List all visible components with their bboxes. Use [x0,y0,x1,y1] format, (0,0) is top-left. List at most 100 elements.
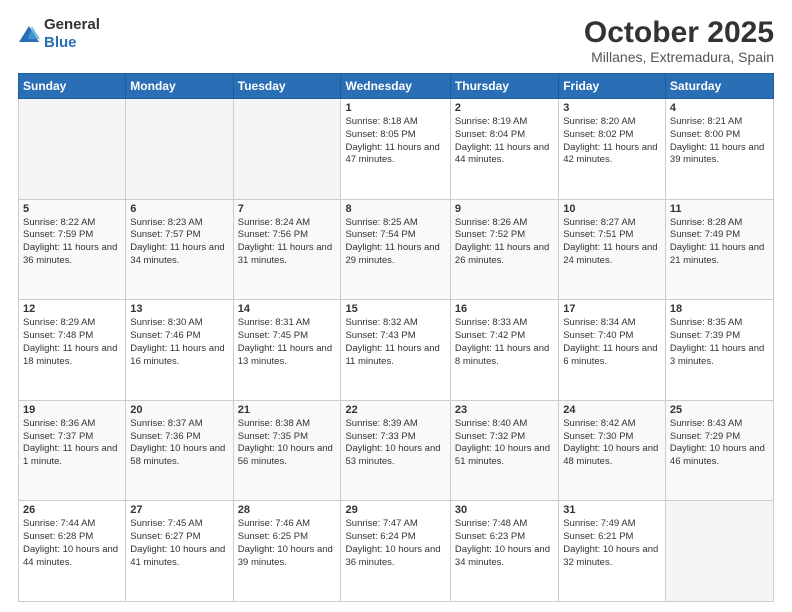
sunset-line: Sunset: 7:40 PM [563,330,661,343]
calendar-cell [19,99,126,200]
day-number: 11 [670,203,769,215]
sunrise-line: Sunrise: 7:44 AM [23,518,121,531]
header-row: SundayMondayTuesdayWednesdayThursdayFrid… [19,74,774,99]
sunset-line: Sunset: 7:51 PM [563,229,661,242]
calendar-week-row: 19 Sunrise: 8:36 AM Sunset: 7:37 PM Dayl… [19,400,774,501]
weekday-header: Sunday [19,74,126,99]
daylight-line: Daylight: 11 hours and 16 minutes. [130,343,228,369]
sunrise-line: Sunrise: 8:26 AM [455,217,554,230]
calendar-cell: 21 Sunrise: 8:38 AM Sunset: 7:35 PM Dayl… [233,400,341,501]
daylight-line: Daylight: 11 hours and 47 minutes. [345,142,445,168]
sunset-line: Sunset: 6:27 PM [130,531,228,544]
daylight-line: Daylight: 10 hours and 51 minutes. [455,443,554,469]
sunset-line: Sunset: 8:02 PM [563,129,661,142]
daylight-line: Daylight: 10 hours and 48 minutes. [563,443,661,469]
sunset-line: Sunset: 7:48 PM [23,330,121,343]
calendar-cell: 31 Sunrise: 7:49 AM Sunset: 6:21 PM Dayl… [559,501,666,602]
sunset-line: Sunset: 7:46 PM [130,330,228,343]
calendar-cell: 23 Sunrise: 8:40 AM Sunset: 7:32 PM Dayl… [450,400,558,501]
calendar-cell: 7 Sunrise: 8:24 AM Sunset: 7:56 PM Dayli… [233,199,341,300]
sunrise-line: Sunrise: 8:43 AM [670,418,769,431]
weekday-header: Friday [559,74,666,99]
sunrise-line: Sunrise: 8:19 AM [455,116,554,129]
calendar-week-row: 5 Sunrise: 8:22 AM Sunset: 7:59 PM Dayli… [19,199,774,300]
day-number: 28 [238,504,337,516]
day-number: 12 [23,303,121,315]
sunset-line: Sunset: 6:25 PM [238,531,337,544]
top-area: General Blue October 2025 Millanes, Extr… [18,16,774,65]
calendar-table: SundayMondayTuesdayWednesdayThursdayFrid… [18,73,774,602]
calendar-cell: 15 Sunrise: 8:32 AM Sunset: 7:43 PM Dayl… [341,300,450,401]
calendar-cell: 4 Sunrise: 8:21 AM Sunset: 8:00 PM Dayli… [665,99,773,200]
sunset-line: Sunset: 7:33 PM [345,431,445,444]
day-number: 22 [345,404,445,416]
sunrise-line: Sunrise: 8:30 AM [130,317,228,330]
sunrise-line: Sunrise: 8:36 AM [23,418,121,431]
weekday-header: Tuesday [233,74,341,99]
calendar-cell: 25 Sunrise: 8:43 AM Sunset: 7:29 PM Dayl… [665,400,773,501]
sunset-line: Sunset: 7:52 PM [455,229,554,242]
day-number: 1 [345,102,445,114]
sunrise-line: Sunrise: 8:27 AM [563,217,661,230]
daylight-line: Daylight: 10 hours and 41 minutes. [130,544,228,570]
daylight-line: Daylight: 11 hours and 34 minutes. [130,242,228,268]
sunset-line: Sunset: 8:00 PM [670,129,769,142]
daylight-line: Daylight: 11 hours and 42 minutes. [563,142,661,168]
calendar-cell: 11 Sunrise: 8:28 AM Sunset: 7:49 PM Dayl… [665,199,773,300]
page: General Blue October 2025 Millanes, Extr… [0,0,792,612]
calendar-cell [126,99,233,200]
calendar-cell: 10 Sunrise: 8:27 AM Sunset: 7:51 PM Dayl… [559,199,666,300]
calendar-cell: 17 Sunrise: 8:34 AM Sunset: 7:40 PM Dayl… [559,300,666,401]
sunrise-line: Sunrise: 8:38 AM [238,418,337,431]
daylight-line: Daylight: 11 hours and 21 minutes. [670,242,769,268]
sunrise-line: Sunrise: 8:33 AM [455,317,554,330]
daylight-line: Daylight: 11 hours and 3 minutes. [670,343,769,369]
day-number: 30 [455,504,554,516]
day-number: 13 [130,303,228,315]
sunrise-line: Sunrise: 7:47 AM [345,518,445,531]
calendar-week-row: 12 Sunrise: 8:29 AM Sunset: 7:48 PM Dayl… [19,300,774,401]
logo-icon [18,25,40,43]
daylight-line: Daylight: 11 hours and 26 minutes. [455,242,554,268]
calendar-cell: 3 Sunrise: 8:20 AM Sunset: 8:02 PM Dayli… [559,99,666,200]
calendar-cell: 19 Sunrise: 8:36 AM Sunset: 7:37 PM Dayl… [19,400,126,501]
sunset-line: Sunset: 7:54 PM [345,229,445,242]
day-number: 31 [563,504,661,516]
calendar-cell: 9 Sunrise: 8:26 AM Sunset: 7:52 PM Dayli… [450,199,558,300]
sunset-line: Sunset: 8:04 PM [455,129,554,142]
day-number: 3 [563,102,661,114]
sunrise-line: Sunrise: 7:49 AM [563,518,661,531]
sunrise-line: Sunrise: 7:48 AM [455,518,554,531]
sunset-line: Sunset: 7:56 PM [238,229,337,242]
calendar-cell: 13 Sunrise: 8:30 AM Sunset: 7:46 PM Dayl… [126,300,233,401]
calendar-cell: 29 Sunrise: 7:47 AM Sunset: 6:24 PM Dayl… [341,501,450,602]
sunset-line: Sunset: 6:21 PM [563,531,661,544]
day-number: 20 [130,404,228,416]
daylight-line: Daylight: 11 hours and 29 minutes. [345,242,445,268]
logo-text: General Blue [44,16,100,52]
sunrise-line: Sunrise: 8:22 AM [23,217,121,230]
sunrise-line: Sunrise: 8:24 AM [238,217,337,230]
logo-blue: Blue [44,34,77,51]
calendar-cell: 28 Sunrise: 7:46 AM Sunset: 6:25 PM Dayl… [233,501,341,602]
sunrise-line: Sunrise: 8:42 AM [563,418,661,431]
location-title: Millanes, Extremadura, Spain [584,49,774,65]
sunrise-line: Sunrise: 8:34 AM [563,317,661,330]
sunrise-line: Sunrise: 8:32 AM [345,317,445,330]
calendar-cell [233,99,341,200]
weekday-header: Thursday [450,74,558,99]
calendar-cell: 14 Sunrise: 8:31 AM Sunset: 7:45 PM Dayl… [233,300,341,401]
calendar-cell: 27 Sunrise: 7:45 AM Sunset: 6:27 PM Dayl… [126,501,233,602]
day-number: 27 [130,504,228,516]
sunrise-line: Sunrise: 7:45 AM [130,518,228,531]
sunrise-line: Sunrise: 8:20 AM [563,116,661,129]
calendar-cell: 24 Sunrise: 8:42 AM Sunset: 7:30 PM Dayl… [559,400,666,501]
sunset-line: Sunset: 6:24 PM [345,531,445,544]
day-number: 4 [670,102,769,114]
sunset-line: Sunset: 7:43 PM [345,330,445,343]
calendar-cell: 5 Sunrise: 8:22 AM Sunset: 7:59 PM Dayli… [19,199,126,300]
sunset-line: Sunset: 7:39 PM [670,330,769,343]
sunset-line: Sunset: 7:32 PM [455,431,554,444]
calendar-week-row: 1 Sunrise: 8:18 AM Sunset: 8:05 PM Dayli… [19,99,774,200]
daylight-line: Daylight: 11 hours and 31 minutes. [238,242,337,268]
